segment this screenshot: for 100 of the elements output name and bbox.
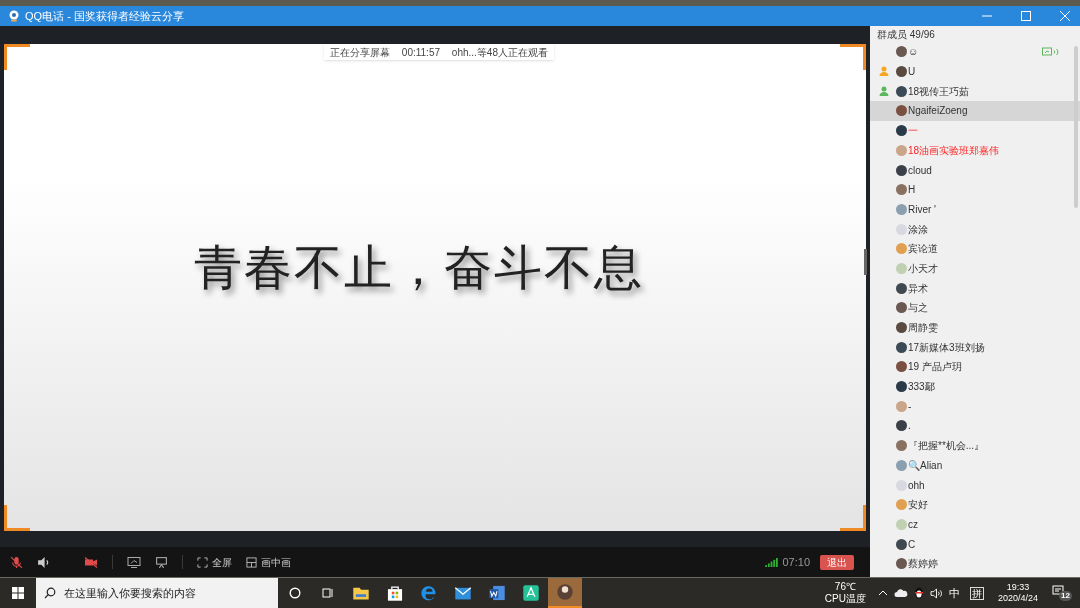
member-row[interactable]: ☺ bbox=[870, 42, 1080, 62]
member-row[interactable]: 蔡婷婷 bbox=[870, 553, 1080, 574]
member-name: 与之 bbox=[908, 301, 928, 316]
member-row[interactable]: 宾论道 bbox=[870, 238, 1080, 259]
clock[interactable]: 19:33 2020/4/24 bbox=[997, 582, 1038, 604]
avatar bbox=[896, 341, 907, 353]
member-name: . bbox=[908, 419, 911, 434]
member-row[interactable]: ohh bbox=[870, 475, 1080, 495]
member-name: 一 bbox=[908, 124, 918, 139]
member-name: ☺ bbox=[908, 45, 919, 60]
picture-in-picture-button[interactable]: 画中画 bbox=[246, 554, 291, 570]
avatar bbox=[896, 558, 907, 570]
windows-start-icon[interactable] bbox=[12, 587, 24, 599]
member-name: ohh bbox=[908, 478, 925, 493]
notification-count: 12 bbox=[1059, 591, 1072, 601]
member-row[interactable]: 异术 bbox=[870, 278, 1080, 298]
member-name: 『把握**机会...』 bbox=[908, 439, 985, 454]
avatar bbox=[896, 164, 907, 176]
member-name: River ' bbox=[908, 202, 937, 217]
member-row[interactable]: 与之 bbox=[870, 297, 1080, 318]
avatar bbox=[896, 479, 907, 491]
member-row[interactable]: cloud bbox=[870, 160, 1080, 180]
member-name: 周静雯 bbox=[908, 321, 938, 335]
microphone-muted-icon[interactable] bbox=[10, 555, 23, 569]
member-row[interactable]: 18视传王巧茹 bbox=[870, 81, 1080, 102]
avatar bbox=[896, 144, 907, 156]
scrollbar-thumb[interactable] bbox=[1074, 46, 1078, 209]
member-row[interactable]: 安好 bbox=[870, 494, 1080, 515]
maximize-icon[interactable] bbox=[1021, 10, 1031, 21]
member-row[interactable]: - bbox=[870, 396, 1080, 417]
member-row[interactable]: 涂涂 bbox=[870, 219, 1080, 239]
slide-headline: 青春不止，奋斗不息 bbox=[194, 239, 644, 296]
avatar bbox=[896, 518, 907, 530]
avatar-app-icon bbox=[556, 583, 574, 601]
member-name: 18视传王巧茹 bbox=[908, 84, 970, 99]
member-row[interactable]: 周静雯 bbox=[870, 317, 1080, 338]
input-language[interactable]: 中 bbox=[948, 584, 960, 602]
members-count: 群成员 49/96 bbox=[876, 28, 936, 43]
corner-marker bbox=[840, 44, 866, 71]
member-name: 宾论道 bbox=[908, 242, 938, 257]
close-icon[interactable] bbox=[1060, 10, 1070, 21]
member-row[interactable]: 17新媒体3班刘扬 bbox=[870, 337, 1080, 358]
avatar bbox=[896, 105, 907, 117]
member-row[interactable]: H bbox=[870, 179, 1080, 200]
resize-handle[interactable] bbox=[864, 249, 867, 276]
member-name: cz bbox=[908, 517, 918, 532]
member-name: 17新媒体3班刘扬 bbox=[908, 340, 985, 355]
avatar bbox=[896, 302, 907, 314]
task-view-icon[interactable] bbox=[322, 587, 334, 599]
member-row[interactable]: 『把握**机会...』 bbox=[870, 435, 1080, 456]
cloud-icon[interactable] bbox=[893, 588, 908, 598]
member-row[interactable]: 19 产品卢玥 bbox=[870, 357, 1080, 377]
window-title: QQ电话 - 国奖获得者经验云分享 bbox=[25, 8, 184, 24]
avatar bbox=[896, 243, 907, 255]
member-row[interactable]: 333鄢 bbox=[870, 376, 1080, 397]
camera-off-icon[interactable] bbox=[84, 555, 98, 569]
member-row[interactable]: 🔍Alian bbox=[870, 455, 1080, 476]
share-status: 正在分享屏幕 bbox=[330, 45, 390, 60]
chevron-up-icon[interactable] bbox=[877, 588, 888, 598]
member-name: 🔍Alian bbox=[908, 458, 943, 473]
member-name: 小天才 bbox=[908, 261, 938, 276]
avatar bbox=[896, 184, 907, 196]
volume-icon[interactable] bbox=[929, 587, 943, 599]
member-row[interactable]: . bbox=[870, 416, 1080, 436]
member-row[interactable]: River ' bbox=[870, 199, 1080, 220]
member-row[interactable]: cz bbox=[870, 514, 1080, 535]
avatar bbox=[896, 361, 907, 373]
cpu-temperature-label: CPU温度 bbox=[824, 593, 866, 605]
avatar bbox=[896, 499, 907, 511]
notification-center-button[interactable]: 12 bbox=[1052, 585, 1072, 601]
speaker-icon[interactable] bbox=[37, 555, 50, 569]
input-method-mode[interactable]: 拼 bbox=[969, 586, 984, 600]
member-name: 异术 bbox=[908, 281, 928, 296]
corner-marker bbox=[4, 44, 30, 71]
member-name: 蔡婷婷 bbox=[908, 557, 938, 572]
member-row[interactable]: NgaifeiZoeng bbox=[870, 101, 1080, 121]
viewer-count: ohh...等48人正在观看 bbox=[451, 45, 548, 60]
avatar bbox=[896, 223, 907, 235]
presentation-board-icon[interactable] bbox=[155, 555, 168, 569]
monitor-icon[interactable] bbox=[127, 555, 141, 569]
signal-strength-icon bbox=[765, 557, 779, 567]
call-timer: 07:10 bbox=[782, 554, 810, 570]
penguin-icon[interactable] bbox=[913, 587, 924, 599]
member-name: cloud bbox=[908, 163, 932, 178]
shopping-bag-icon bbox=[386, 584, 404, 602]
exit-button[interactable]: 退出 bbox=[820, 554, 854, 570]
fullscreen-icon bbox=[197, 556, 208, 568]
pdf-document-icon bbox=[522, 584, 540, 602]
fullscreen-button[interactable]: 全屏 bbox=[197, 554, 232, 570]
member-name: 333鄢 bbox=[908, 380, 935, 395]
avatar bbox=[896, 400, 907, 412]
member-name: NgaifeiZoeng bbox=[908, 104, 968, 119]
member-row[interactable]: C bbox=[870, 534, 1080, 554]
circle-icon[interactable] bbox=[289, 587, 301, 599]
avatar bbox=[896, 46, 907, 58]
taskbar-app-button[interactable] bbox=[548, 578, 582, 608]
avatar bbox=[896, 282, 907, 294]
search-field[interactable]: 在这里输入你要搜索的内容 bbox=[36, 578, 278, 608]
member-row[interactable]: U bbox=[870, 61, 1080, 82]
member-row[interactable]: 小天才 bbox=[870, 258, 1080, 279]
